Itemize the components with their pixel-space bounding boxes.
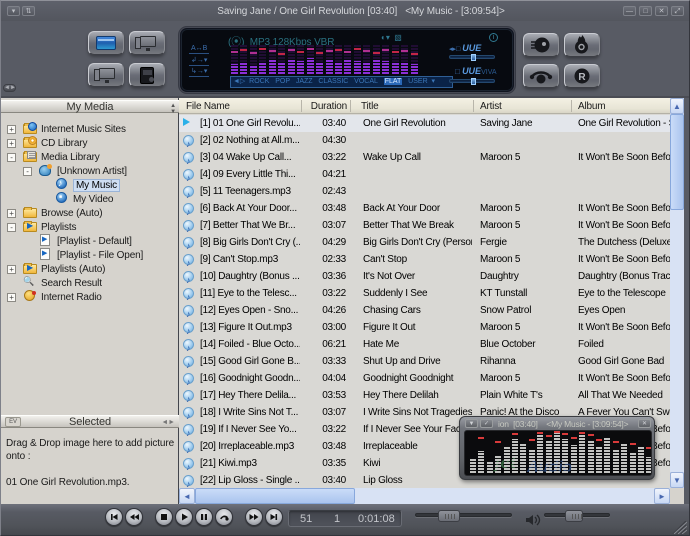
svg-text:R: R xyxy=(578,72,586,83)
